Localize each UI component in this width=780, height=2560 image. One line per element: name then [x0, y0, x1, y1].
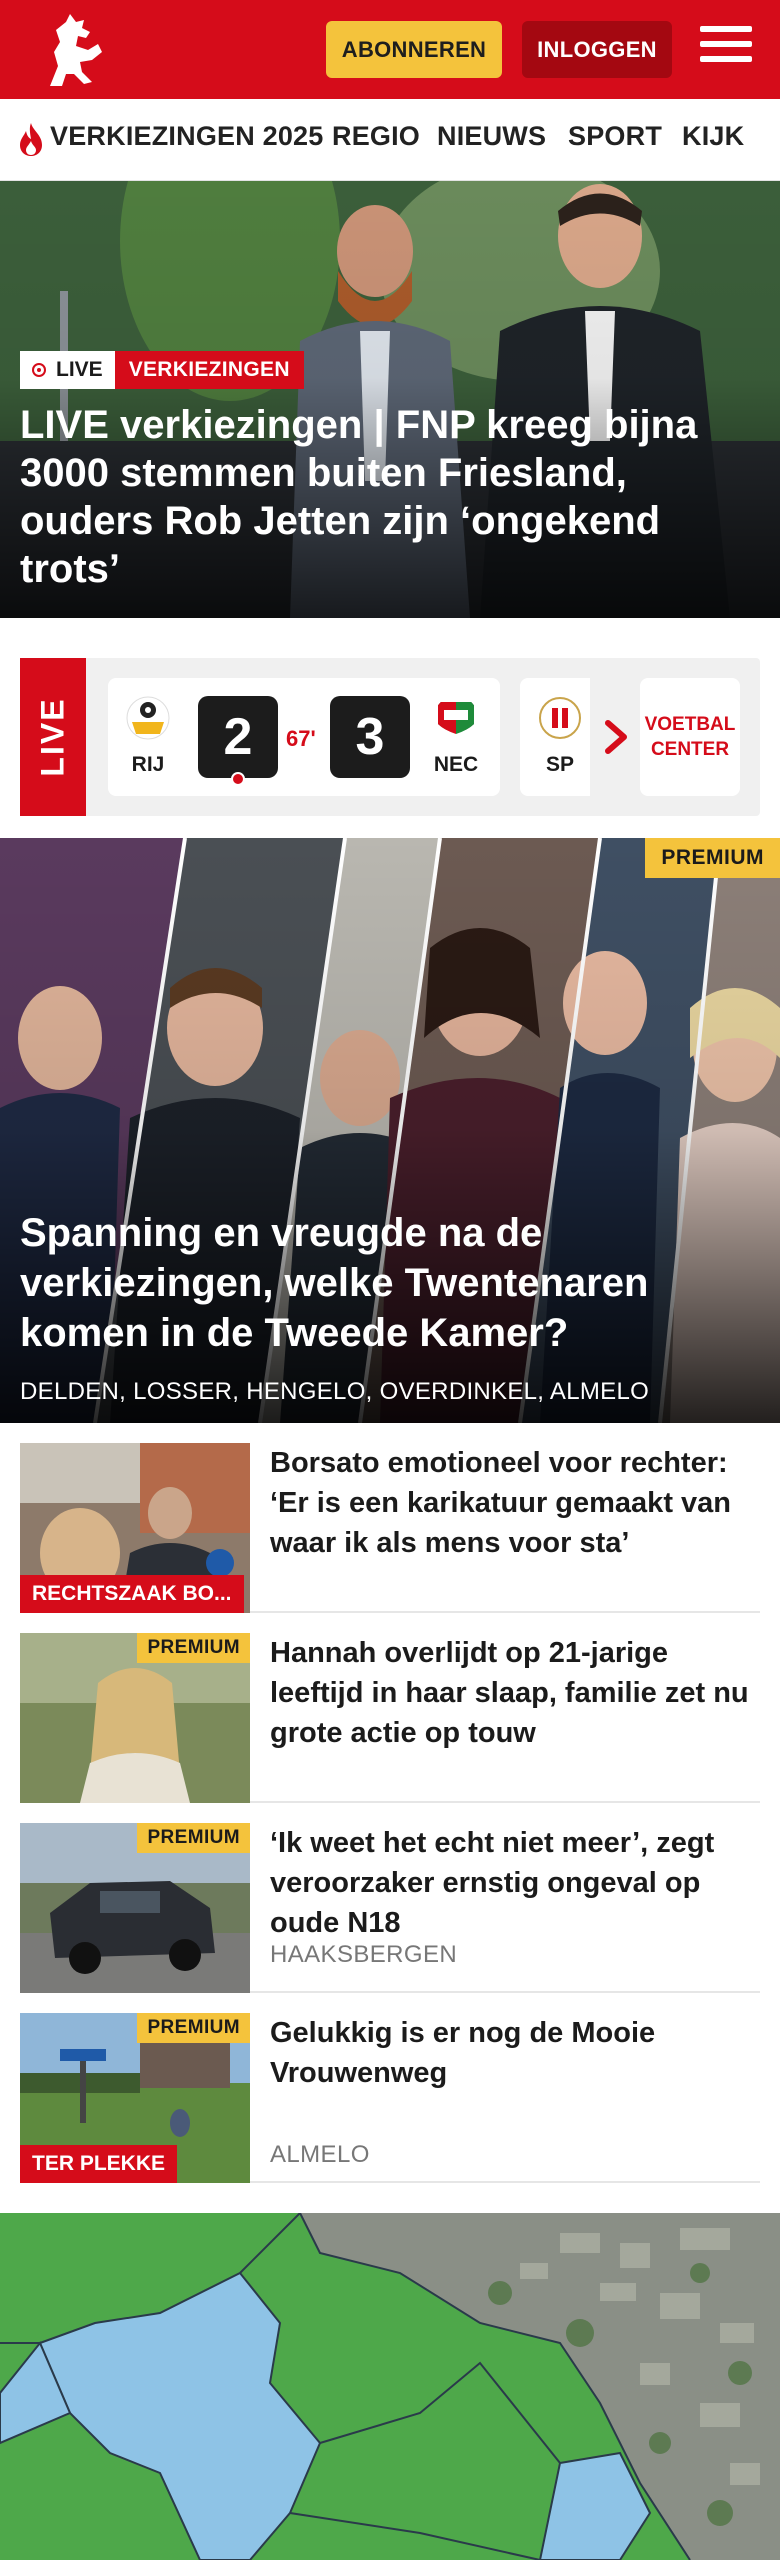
nec-crest-icon	[438, 702, 474, 734]
list-item[interactable]: RECHTSZAAK BO... Borsato emotioneel voor…	[20, 1423, 760, 1613]
article-thumbnail: PREMIUM	[20, 1823, 250, 1993]
category-tag: RECHTSZAAK BO...	[20, 1575, 244, 1613]
article-thumbnail: PREMIUM	[20, 1633, 250, 1803]
article-title[interactable]: ‘Ik weet het echt niet meer’, zegt veroo…	[270, 1823, 760, 1943]
map-graphic	[0, 2213, 780, 2560]
away-team-abbr: NEC	[433, 753, 479, 776]
hero-tags: LIVE VERKIEZINGEN	[20, 351, 304, 389]
article-title[interactable]: Hannah overlijdt op 21-jarige leeftijd i…	[270, 1633, 760, 1753]
list-item[interactable]: PREMIUM Hannah overlijdt op 21-jarige le…	[20, 1613, 760, 1803]
sparta-crest-icon	[539, 697, 581, 739]
rijnvogels-crest-icon	[126, 696, 170, 740]
article-thumbnail: PREMIUM TER PLEKKE	[20, 2013, 250, 2183]
nav-item-nieuws[interactable]: NIEUWS	[437, 121, 546, 152]
feature-title[interactable]: Spanning en vreugde na de verkiezingen, …	[20, 1208, 760, 1358]
feature-article[interactable]: PREMIUM Spanning en vreugde na de verkie…	[0, 838, 780, 1423]
menu-icon[interactable]	[700, 26, 752, 72]
match-minute: 67'	[286, 726, 316, 751]
premium-badge: PREMIUM	[137, 2013, 250, 2043]
match-card[interactable]: RIJ 2 67' 3 NEC	[108, 678, 500, 796]
scores-carousel: LIVE RIJ 2 67' 3 NEC SP VOETBAL CENTER	[20, 658, 760, 816]
article-thumbnail: RECHTSZAAK BO...	[20, 1443, 250, 1613]
premium-badge: PREMIUM	[645, 838, 780, 878]
live-strip-label: LIVE	[34, 697, 71, 777]
hero-title[interactable]: LIVE verkiezingen | FNP kreeg bijna 3000…	[20, 401, 760, 593]
main-navigation: VERKIEZINGEN 2025 REGIO NIEUWS SPORT KIJ…	[0, 99, 780, 181]
next-team: SP	[530, 696, 590, 777]
premium-badge: PREMIUM	[137, 1823, 250, 1853]
category-badge: VERKIEZINGEN	[114, 351, 304, 389]
scores-next-button[interactable]	[590, 678, 644, 796]
live-badge: LIVE	[20, 351, 115, 389]
subscribe-button[interactable]: ABONNEREN	[326, 21, 502, 78]
premium-badge: PREMIUM	[137, 1633, 250, 1663]
live-scores-widget: LIVE RIJ 2 67' 3 NEC SP VOETBAL CENTER	[0, 618, 780, 838]
top-bar: ABONNEREN INLOGGEN	[0, 0, 780, 99]
chevron-right-icon	[605, 720, 627, 754]
nav-item-kijk[interactable]: KIJK	[682, 121, 744, 152]
live-indicator-dot	[231, 772, 245, 786]
nav-item-regio[interactable]: REGIO	[332, 121, 420, 152]
feature-locations: DELDEN, LOSSER, HENGELO, OVERDINKEL, ALM…	[20, 1378, 650, 1405]
election-map[interactable]	[0, 2213, 780, 2560]
list-item[interactable]: PREMIUM ‘Ik weet het echt niet meer’, ze…	[20, 1803, 760, 1993]
list-item[interactable]: PREMIUM TER PLEKKE Gelukkig is er nog de…	[20, 1993, 760, 2183]
login-button[interactable]: INLOGGEN	[522, 21, 672, 78]
flame-icon	[20, 123, 42, 156]
home-team: RIJ	[118, 696, 178, 777]
nav-item-sport[interactable]: SPORT	[568, 121, 662, 152]
category-tag: TER PLEKKE	[20, 2145, 178, 2183]
next-match-card[interactable]: SP	[520, 678, 590, 796]
home-score-value: 2	[223, 708, 253, 766]
article-title[interactable]: Borsato emotioneel voor rechter: ‘Er is …	[270, 1443, 760, 1563]
away-score: 3	[330, 696, 410, 778]
article-location: HAAKSBERGEN	[270, 1941, 458, 1968]
article-title[interactable]: Gelukkig is er nog de Mooie Vrouwenweg	[270, 2013, 760, 2093]
home-team-abbr: RIJ	[131, 753, 165, 776]
live-badge-label: LIVE	[56, 358, 103, 381]
live-dot-icon	[32, 363, 46, 377]
live-strip: LIVE	[20, 658, 86, 816]
article-location: ALMELO	[270, 2141, 370, 2168]
voetbal-center-link[interactable]: VOETBAL CENTER	[640, 678, 740, 796]
away-score-value: 3	[355, 708, 385, 766]
away-team: NEC	[426, 696, 486, 777]
home-score: 2	[198, 696, 278, 786]
hero-article[interactable]: LIVE VERKIEZINGEN LIVE verkiezingen | FN…	[0, 181, 780, 618]
next-team-abbr: SP	[545, 753, 574, 776]
tubantia-horse-logo[interactable]	[36, 12, 108, 92]
nav-item-verkiezingen[interactable]: VERKIEZINGEN 2025	[50, 121, 324, 152]
